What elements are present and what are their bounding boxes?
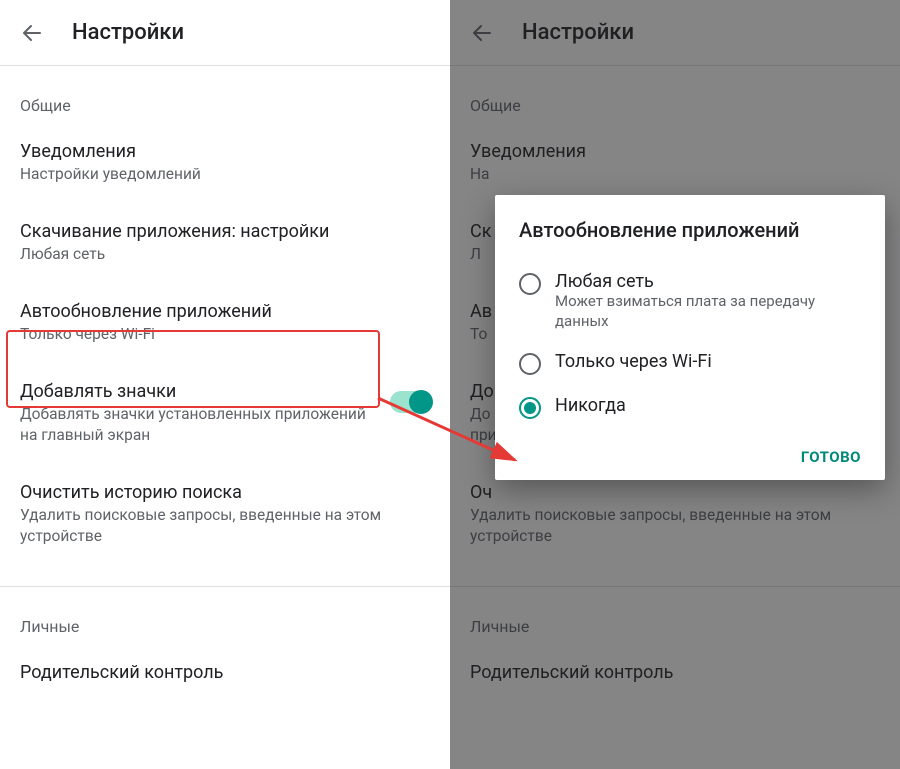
radio-icon <box>519 353 541 375</box>
section-label-personal: Личные <box>0 587 450 644</box>
item-download-prefs[interactable]: Скачивание приложения: настройки Любая с… <box>0 203 450 283</box>
item-sub: Настройки уведомлений <box>20 164 430 185</box>
radio-sub: Может взиматься плата за передачу данных <box>555 292 861 331</box>
item-title: Родительский контроль <box>20 662 430 683</box>
radio-icon <box>519 397 541 419</box>
screen-settings-left: Настройки Общие Уведомления Настройки ув… <box>0 0 450 769</box>
dialog-title: Автообновление приложений <box>519 217 861 243</box>
radio-icon <box>519 273 541 295</box>
screen-settings-right: Настройки Общие Уведомления На Ск Л Ав Т… <box>450 0 900 769</box>
app-bar: Настройки <box>0 0 450 65</box>
item-sub: Удалить поисковые запросы, введенные на … <box>20 505 430 547</box>
item-auto-update[interactable]: Автообновление приложений Только через W… <box>0 283 450 363</box>
item-add-icons[interactable]: Добавлять значки Добавлять значки устано… <box>0 363 450 464</box>
switch-add-icons[interactable] <box>390 391 430 413</box>
item-sub: Только через Wi-Fi <box>20 324 430 345</box>
radio-label: Только через Wi-Fi <box>555 351 712 372</box>
radio-option-wifi-only[interactable]: Только через Wi-Fi <box>519 341 861 385</box>
item-title: Уведомления <box>20 141 430 162</box>
section-label-general: Общие <box>0 66 450 123</box>
item-title: Автообновление приложений <box>20 301 430 322</box>
item-title: Добавлять значки <box>20 381 374 402</box>
item-parental-control[interactable]: Родительский контроль <box>0 644 450 685</box>
dialog-auto-update: Автообновление приложений Любая сеть Мож… <box>495 195 885 480</box>
page-title: Настройки <box>72 20 184 45</box>
dialog-confirm-button[interactable]: Готово <box>801 448 861 466</box>
item-clear-search-history[interactable]: Очистить историю поиска Удалить поисковы… <box>0 464 450 565</box>
item-sub: Добавлять значки установленных приложени… <box>20 404 374 446</box>
radio-option-never[interactable]: Никогда <box>519 385 861 429</box>
item-title: Очистить историю поиска <box>20 482 430 503</box>
radio-option-any-network[interactable]: Любая сеть Может взиматься плата за пере… <box>519 261 861 341</box>
item-title: Скачивание приложения: настройки <box>20 221 430 242</box>
item-notifications[interactable]: Уведомления Настройки уведомлений <box>0 123 450 203</box>
radio-label: Никогда <box>555 395 626 416</box>
item-sub: Любая сеть <box>20 244 430 265</box>
radio-label: Любая сеть <box>555 271 861 292</box>
back-arrow-icon[interactable] <box>20 21 44 45</box>
